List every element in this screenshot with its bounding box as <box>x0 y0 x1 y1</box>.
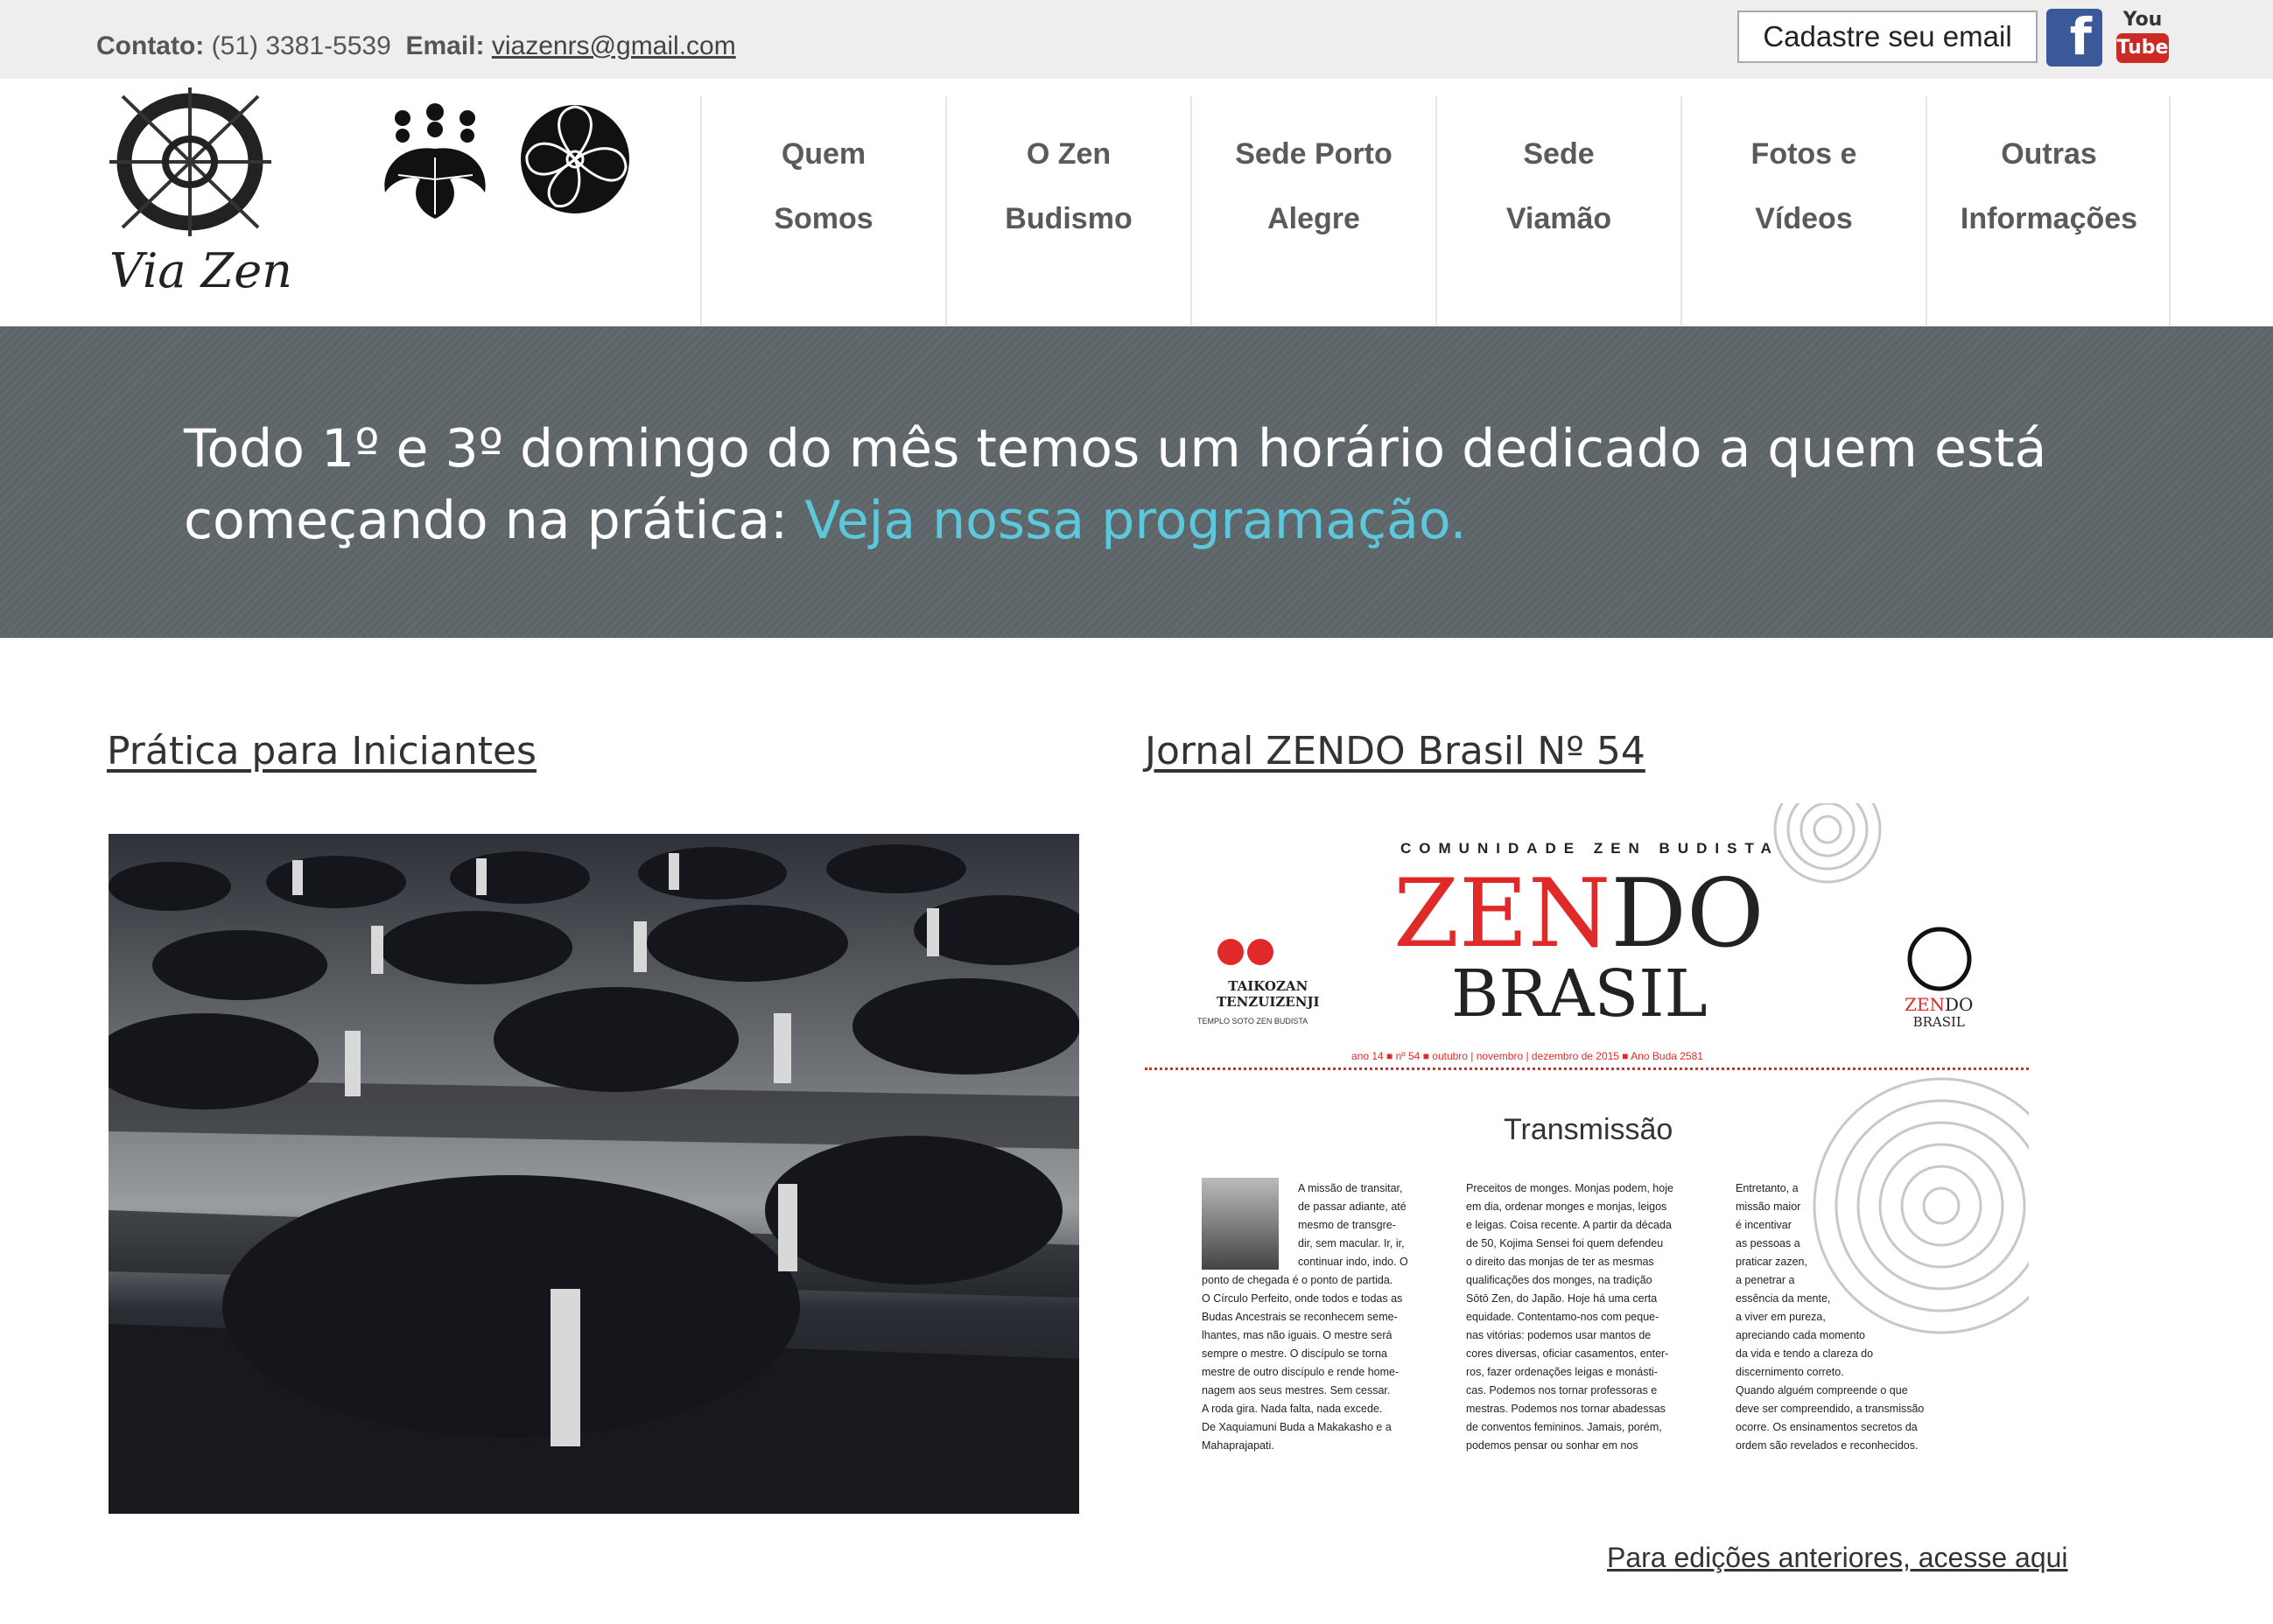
article-line: de passar adiante, até <box>1298 1200 1407 1213</box>
article-line: mestre de outro discípulo e rende home- <box>1202 1366 1400 1378</box>
enso-circle-icon <box>1907 927 1972 991</box>
journal-brasil: BRASIL <box>1451 956 1708 1032</box>
temple-crest-icon <box>1217 939 1273 965</box>
article-line: missão maior <box>1736 1200 1801 1213</box>
article-column-2: Preceitos de monges. Monjas podem, hoje e… <box>1466 1180 1673 1455</box>
article-line: cores diversas, oficiar casamentos, ente… <box>1466 1348 1669 1360</box>
journal-masthead: ZENDO <box>1393 859 1764 969</box>
nav-sede-porto-alegre[interactable]: Sede Porto Alegre <box>1190 96 1435 326</box>
article-line: podemos pensar ou sonhar em nos <box>1466 1439 1638 1452</box>
nav-quem-somos[interactable]: Quem Somos <box>700 96 945 326</box>
email-link[interactable]: viazenrs@gmail.com <box>492 32 736 60</box>
banner-text: Todo 1º e 3º domingo do mês temos um hor… <box>184 418 2047 551</box>
contact-info: Contato: (51) 3381-5539 Email: viazenrs@… <box>96 32 736 61</box>
article-line: a penetrar a <box>1736 1274 1795 1286</box>
programacao-link[interactable]: Veja nossa programação. <box>804 490 1466 551</box>
article-line: nas vitórias: podemos usar mantos de <box>1466 1329 1652 1341</box>
article-line: equidade. Contentamo-nos com peque- <box>1466 1311 1659 1323</box>
article-line: cas. Podemos nos tornar professoras e <box>1466 1384 1658 1396</box>
article-line: o direito das monjas de ter as mesmas <box>1466 1256 1654 1268</box>
article-line: e leigas. Coisa recente. A partir da déc… <box>1466 1219 1672 1231</box>
logo-text: Via Zen <box>109 243 292 298</box>
article-line: continuar indo, indo. O <box>1298 1256 1408 1268</box>
article-line: A roda gira. Nada falta, nada excede. <box>1202 1403 1383 1415</box>
temple-name: TAIKOZAN TENZUIZENJI <box>1217 978 1320 1010</box>
article-line: Entretanto, a <box>1736 1182 1799 1194</box>
facebook-icon[interactable]: f <box>2046 9 2102 66</box>
signup-email-button[interactable]: Cadastre seu email <box>1737 10 2038 63</box>
paulownia-crest-icon <box>384 103 486 219</box>
contact-label: Contato: <box>96 32 205 60</box>
temple-subtitle: TEMPLO SOTO ZEN BUDISTA <box>1197 1017 1308 1026</box>
article-line: é incentivar <box>1736 1219 1792 1231</box>
article-line: mestras. Podemos nos tornar abadessas <box>1466 1403 1666 1415</box>
article-line: em dia, ordenar monges e monjas, leigos <box>1466 1200 1667 1213</box>
article-line: ocorre. Os ensinamentos secretos da <box>1736 1421 1918 1433</box>
contact-phone: (51) 3381-5539 <box>211 32 391 60</box>
article-line: Budas Ancestrais se reconhecem seme- <box>1202 1311 1398 1323</box>
article-line: discernimento correto. <box>1736 1366 1844 1378</box>
article-line: mesmo de transgre- <box>1298 1219 1396 1231</box>
dotted-divider <box>1145 1068 2029 1070</box>
article-line: ponto de chegada é o ponto de partida. <box>1202 1274 1393 1286</box>
article-column-1: A missão de transitar, de passar adiante,… <box>1202 1180 1408 1455</box>
nav-sede-viamao[interactable]: Sede Viamão <box>1435 96 1680 326</box>
article-line: lhantes, mas não iguais. O mestre será <box>1202 1329 1393 1341</box>
jornal-title-link[interactable]: Jornal ZENDO Brasil Nº 54 <box>1145 729 1645 774</box>
article-line: essência da mente, <box>1736 1292 1831 1305</box>
article-line: ordem são revelados e reconhecidos. <box>1736 1439 1919 1452</box>
article-line: O Círculo Perfeito, onde todos e todas a… <box>1202 1292 1403 1305</box>
article-line: qualificações dos monges, na tradição <box>1466 1274 1652 1286</box>
nav-divider <box>2169 96 2171 326</box>
issue-line: ano 14 ■ nº 54 ■ outubro | novembro | de… <box>1351 1050 1703 1062</box>
youtube-icon[interactable]: You Tube <box>2116 9 2169 66</box>
journal-headline: Transmissão <box>1504 1113 1673 1146</box>
cushions-illustration <box>109 834 1079 1514</box>
flower-crest-icon <box>521 105 629 214</box>
nav-outras-informacoes[interactable]: Outras Informações <box>1926 96 2171 326</box>
article-line: de 50, Kojima Sensei foi quem defendeu <box>1466 1237 1664 1250</box>
article-line: Sōtō Zen, do Japão. Hoje há uma certa <box>1466 1292 1658 1305</box>
article-line: A missão de transitar, <box>1298 1182 1403 1194</box>
email-label: Email: <box>405 32 485 60</box>
article-line: a viver em pureza, <box>1736 1311 1826 1323</box>
previous-editions-link[interactable]: Para edições anteriores, acesse aqui <box>1607 1542 2068 1574</box>
article-line: Mahaprajapati. <box>1202 1439 1274 1452</box>
article-column-3: Entretanto, a missão maior é incentivar as … <box>1736 1180 1924 1455</box>
article-line: ros, fazer ordenações leigas e monásti- <box>1466 1366 1658 1378</box>
article-line: De Xaquiamuni Buda a Makakasho e a <box>1202 1421 1392 1433</box>
small-logo: ZENDO BRASIL <box>1905 994 1974 1030</box>
article-line: apreciando cada momento <box>1736 1329 1866 1341</box>
article-line: da vida e tendo a clareza do <box>1736 1348 1874 1360</box>
nav-fotos-videos[interactable]: Fotos e Vídeos <box>1680 96 1926 326</box>
article-line: deve ser compreendido, a transmissão <box>1736 1403 1925 1415</box>
article-line: nagem aos seus mestres. Sem cessar. <box>1202 1384 1391 1396</box>
article-line: praticar zazen, <box>1736 1256 1807 1268</box>
article-line: Preceitos de monges. Monjas podem, hoje <box>1466 1182 1673 1194</box>
nav-o-zen-budismo[interactable]: O Zen Budismo <box>945 96 1190 326</box>
journal-kicker: COMUNIDADE ZEN BUDISTA <box>1400 840 1779 857</box>
meditation-cushions-photo[interactable] <box>109 834 1079 1514</box>
article-line: as pessoas a <box>1736 1237 1800 1250</box>
article-line: sempre o mestre. O discípulo se torna <box>1202 1348 1387 1360</box>
article-line: dir, sem macular. Ir, ir, <box>1298 1237 1405 1250</box>
article-line: de conventos femininos. Jamais, porém, <box>1466 1421 1662 1433</box>
article-line: Quando alguém compreende o que <box>1736 1384 1908 1396</box>
jornal-cover-image[interactable]: COMUNIDADE ZEN BUDISTA ZENDO BRASIL TAIK… <box>1145 803 2029 1477</box>
praticantes-title-link[interactable]: Prática para Iniciantes <box>107 729 537 774</box>
